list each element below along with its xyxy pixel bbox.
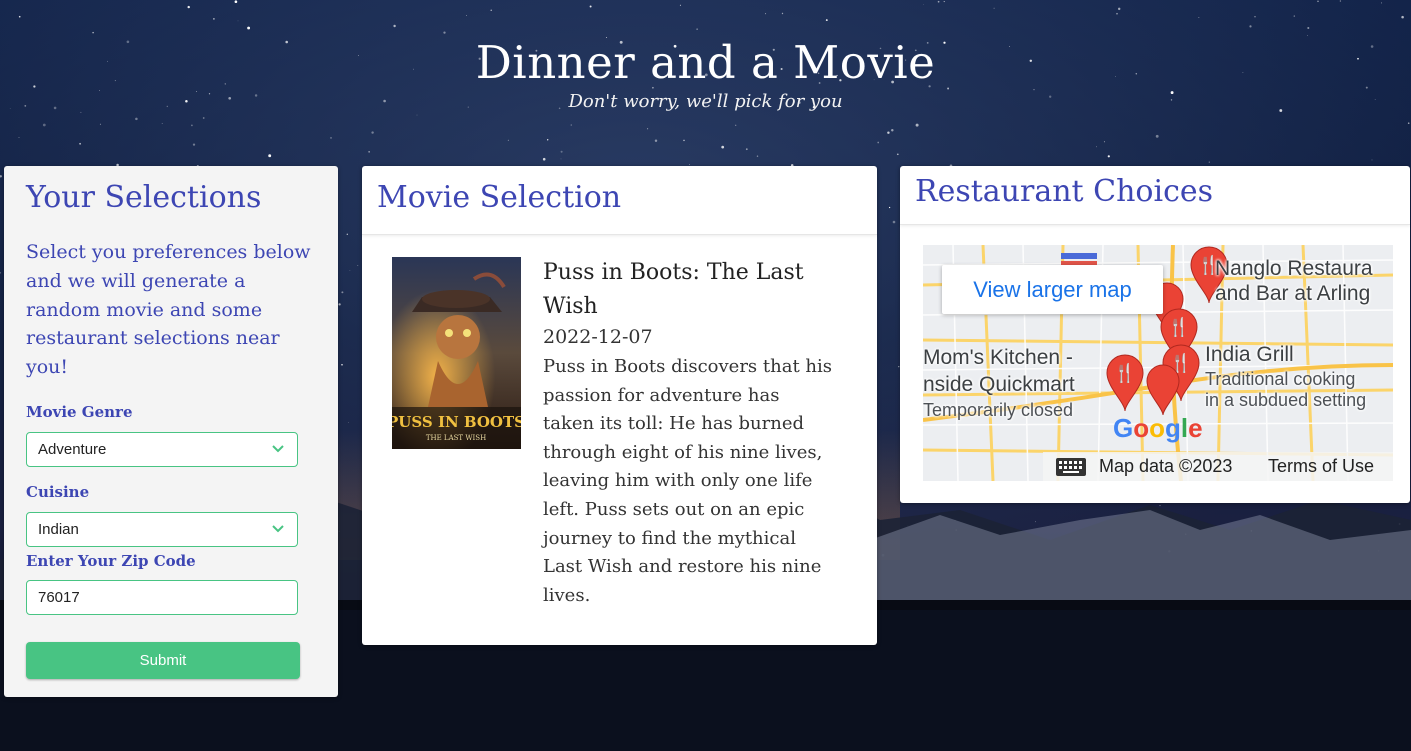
movie-panel: Movie Selection PUSS IN BOOTS THE LAST W… xyxy=(362,166,877,645)
movie-section-title: Movie Selection xyxy=(377,180,622,215)
map-place-label[interactable]: nside Quickmart xyxy=(923,373,1075,397)
svg-text:🍴: 🍴 xyxy=(1168,316,1190,338)
selections-description: Select you preferences below and we will… xyxy=(26,241,311,379)
genre-select-value: Adventure xyxy=(38,441,107,458)
genre-label: Movie Genre xyxy=(26,403,133,421)
terms-of-use-link[interactable]: Terms of Use xyxy=(1268,456,1374,477)
selections-title: Your Selections xyxy=(26,180,262,215)
page-title: Dinner and a Movie xyxy=(475,36,936,89)
restaurant-panel: Restaurant Choices 🍴 🍴 🍴 🍴 View larger m… xyxy=(900,166,1410,503)
view-larger-map-button[interactable]: View larger map xyxy=(942,265,1163,314)
google-logo-letter: o xyxy=(1133,413,1150,443)
keyboard-icon[interactable] xyxy=(1055,457,1087,477)
chevron-down-icon xyxy=(272,525,284,533)
svg-text:🍴: 🍴 xyxy=(1114,362,1136,384)
map-data-attribution: Map data ©2023 xyxy=(1099,456,1233,476)
map-place-label[interactable]: and Bar at Arling xyxy=(1215,282,1370,306)
restaurant-map[interactable]: 🍴 🍴 🍴 🍴 View larger map Nanglo Restaura … xyxy=(923,245,1393,481)
zip-input[interactable]: 76017 xyxy=(26,580,298,615)
chevron-down-icon xyxy=(272,445,284,453)
map-place-status: Temporarily closed xyxy=(923,400,1074,420)
google-logo: Google xyxy=(1113,413,1203,444)
cuisine-label: Cuisine xyxy=(26,483,90,501)
map-place-desc: in a subdued setting xyxy=(1205,390,1367,410)
cuisine-select-value: Indian xyxy=(38,521,79,538)
map-place-label[interactable]: India Grill xyxy=(1205,343,1294,367)
google-logo-text: Google xyxy=(1113,413,1203,443)
restaurant-section-title: Restaurant Choices xyxy=(915,174,1214,209)
google-logo-letter: G xyxy=(1113,413,1134,443)
hero-header: Dinner and a Movie Don't worry, we'll pi… xyxy=(0,36,1411,112)
submit-button[interactable]: Submit xyxy=(26,642,300,679)
movie-panel-header: Movie Selection xyxy=(362,166,877,235)
genre-select[interactable]: Adventure xyxy=(26,432,298,467)
selections-panel: Your Selections Select you preferences b… xyxy=(4,166,338,697)
map-place-label[interactable]: Mom's Kitchen - xyxy=(923,346,1073,370)
map-place-label[interactable]: Nanglo Restaura xyxy=(1215,257,1373,281)
movie-poster: PUSS IN BOOTS THE LAST WISH xyxy=(392,257,521,449)
restaurant-panel-header: Restaurant Choices xyxy=(900,166,1410,225)
zip-input-value: 76017 xyxy=(38,589,80,606)
cuisine-select[interactable]: Indian xyxy=(26,512,298,547)
zip-label: Enter Your Zip Code xyxy=(26,552,196,570)
google-logo-letter: e xyxy=(1188,413,1203,443)
map-place-desc: Traditional cooking xyxy=(1205,369,1356,389)
movie-overview: Puss in Boots discovers that his passion… xyxy=(543,356,832,606)
movie-release-date: 2022-12-07 xyxy=(543,326,653,348)
poster-title-text: PUSS IN BOOTS xyxy=(392,413,521,431)
page-subtitle: Don't worry, we'll pick for you xyxy=(568,91,843,112)
poster-subtitle-text: THE LAST WISH xyxy=(426,434,486,442)
google-logo-letter: g xyxy=(1165,413,1181,443)
google-logo-letter: o xyxy=(1149,413,1166,443)
movie-title: Puss in Boots: The Last Wish xyxy=(543,260,804,319)
map-attribution-bar: Map data ©2023 Terms of Use xyxy=(1043,452,1393,481)
